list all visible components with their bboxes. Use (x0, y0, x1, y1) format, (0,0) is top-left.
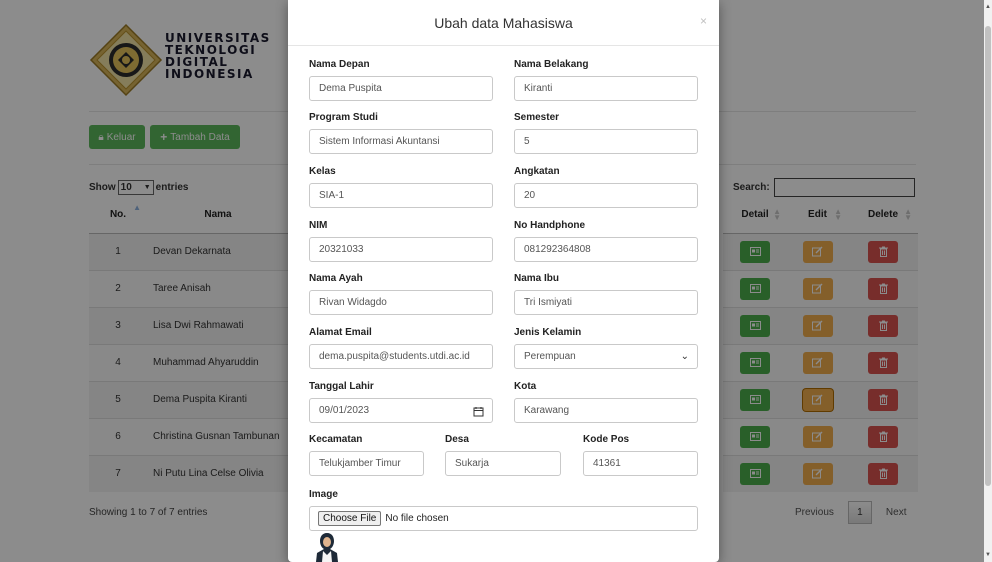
input-value: 081292364808 (524, 244, 591, 255)
program-studi-label: Program Studi (309, 112, 378, 123)
kecamatan-label: Kecamatan (309, 434, 363, 445)
modal-header: Ubah data Mahasiswa × (288, 0, 719, 46)
jenis-kelamin-label: Jenis Kelamin (514, 327, 582, 338)
jenis-kelamin-select[interactable]: Perempuan ⌄ (514, 344, 698, 369)
nama-ibu-input[interactable]: Tri Ismiyati (514, 290, 698, 315)
kecamatan-input[interactable]: Telukjamber Timur (309, 451, 424, 476)
alamat-email-label: Alamat Email (309, 327, 372, 338)
semester-label: Semester (514, 112, 560, 123)
calendar-icon[interactable] (473, 406, 484, 417)
angkatan-label: Angkatan (514, 166, 560, 177)
nama-depan-label: Nama Depan (309, 59, 370, 70)
input-value: 09/01/2023 (319, 405, 370, 416)
input-value: Dema Puspita (319, 83, 382, 94)
input-value: Telukjamber Timur (319, 458, 401, 469)
nim-input[interactable]: 20321033 (309, 237, 493, 262)
input-value: SIA-1 (319, 190, 345, 201)
nama-depan-input[interactable]: Dema Puspita (309, 76, 493, 101)
desa-label: Desa (445, 434, 469, 445)
modal-title: Ubah data Mahasiswa (434, 14, 573, 31)
scrollbar-thumb[interactable] (985, 26, 991, 486)
nim-label: NIM (309, 220, 328, 231)
close-icon[interactable]: × (700, 14, 707, 28)
input-value: 20321033 (319, 244, 364, 255)
input-value: Rivan Widagdo (319, 297, 387, 308)
nama-ayah-input[interactable]: Rivan Widagdo (309, 290, 493, 315)
nama-belakang-input[interactable]: Kiranti (514, 76, 698, 101)
input-value: 20 (524, 190, 536, 201)
input-value: Tri Ismiyati (524, 297, 572, 308)
edit-student-modal: Ubah data Mahasiswa × Nama Depan Dema Pu… (288, 0, 719, 562)
input-value: dema.puspita@students.utdi.ac.id (319, 351, 470, 362)
file-status: No file chosen (385, 513, 449, 524)
no-handphone-input[interactable]: 081292364808 (514, 237, 698, 262)
kelas-input[interactable]: SIA-1 (309, 183, 493, 208)
image-label: Image (309, 489, 338, 500)
chevron-down-icon: ⌄ (680, 351, 689, 362)
image-file-input[interactable]: Choose File No file chosen (309, 506, 698, 531)
kode-pos-input[interactable]: 41361 (583, 451, 698, 476)
kota-input[interactable]: Karawang (514, 398, 698, 423)
tanggal-lahir-label: Tanggal Lahir (309, 381, 374, 392)
select-value: Perempuan (524, 351, 576, 362)
kota-label: Kota (514, 381, 537, 392)
input-value: Karawang (524, 405, 570, 416)
semester-input[interactable]: 5 (514, 129, 698, 154)
kelas-label: Kelas (309, 166, 336, 177)
input-value: Kiranti (524, 83, 553, 94)
tanggal-lahir-input[interactable]: 09/01/2023 (309, 398, 493, 423)
scroll-down-icon[interactable]: ▼ (985, 552, 991, 558)
page-scrollbar[interactable]: ▲ ▼ (984, 0, 992, 562)
scroll-up-icon[interactable]: ▲ (985, 4, 991, 10)
input-value: Sukarja (455, 458, 489, 469)
choose-file-button[interactable]: Choose File (318, 511, 382, 526)
nama-ayah-label: Nama Ayah (309, 273, 363, 284)
student-photo (316, 533, 338, 562)
alamat-email-input[interactable]: dema.puspita@students.utdi.ac.id (309, 344, 493, 369)
input-value: 41361 (593, 458, 621, 469)
desa-input[interactable]: Sukarja (445, 451, 561, 476)
program-studi-input[interactable]: Sistem Informasi Akuntansi (309, 129, 493, 154)
nama-ibu-label: Nama Ibu (514, 273, 560, 284)
input-value: 5 (524, 136, 530, 147)
kode-pos-label: Kode Pos (583, 434, 630, 445)
input-value: Sistem Informasi Akuntansi (319, 136, 440, 147)
angkatan-input[interactable]: 20 (514, 183, 698, 208)
no-handphone-label: No Handphone (514, 220, 586, 231)
nama-belakang-label: Nama Belakang (514, 59, 589, 70)
